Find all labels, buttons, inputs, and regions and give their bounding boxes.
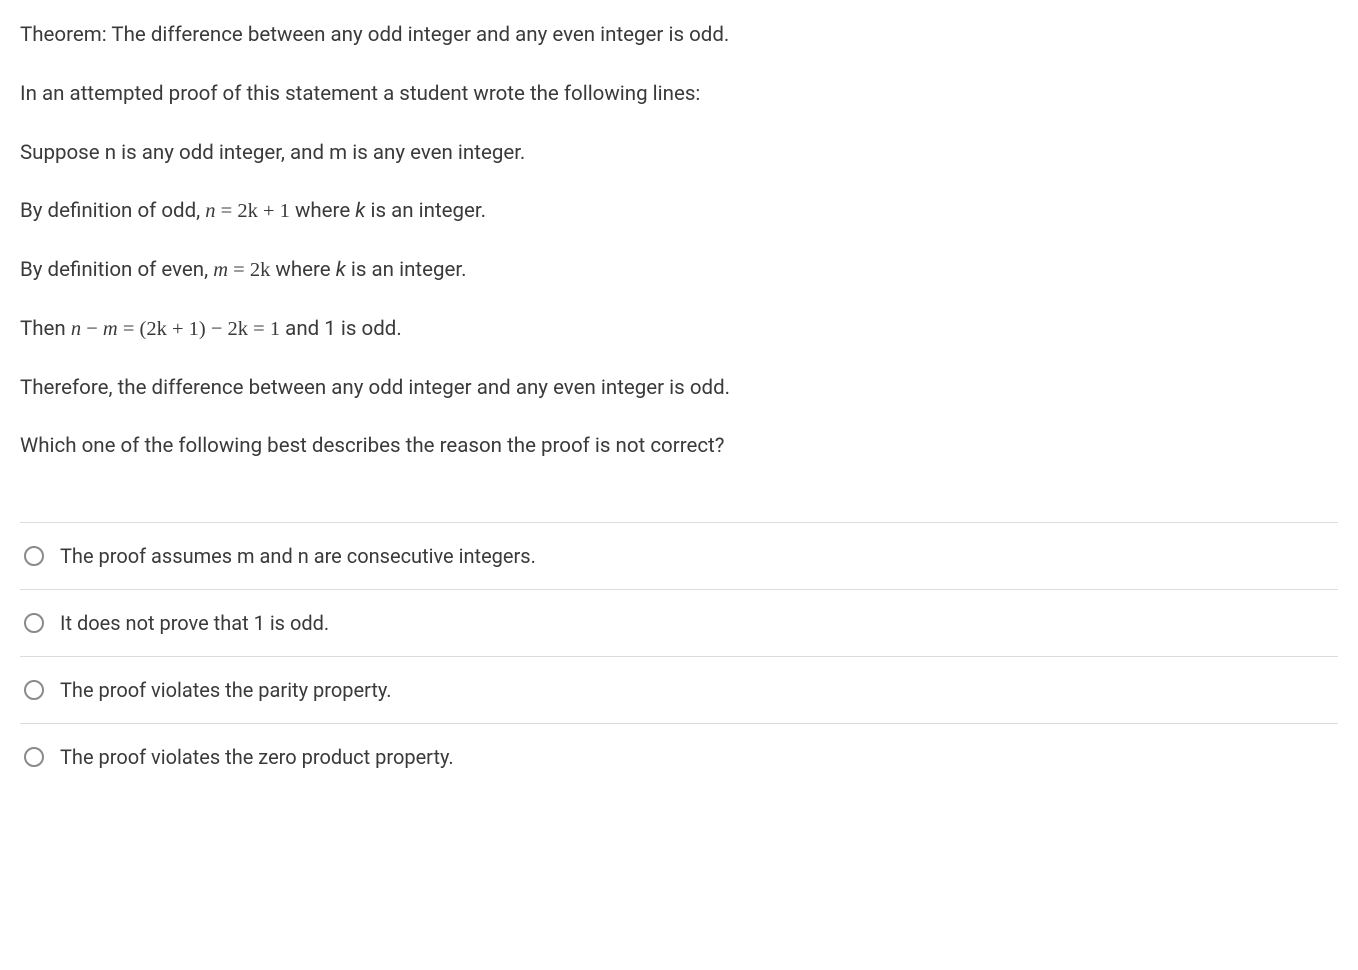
option-c[interactable]: The proof violates the parity property. [20,657,1338,724]
math-equals: = [248,318,270,340]
proof-difference: Then n − m = (2k + 1) − 2k = 1 and 1 is … [20,314,1338,345]
text-fragment: where [270,258,335,282]
math-var-k: k [355,199,365,223]
text-fragment: By definition of even, [20,258,213,282]
radio-icon [24,546,44,566]
math-var-m: m [103,318,118,340]
math-expr: 2k [250,259,271,281]
option-a[interactable]: The proof assumes m and n are consecutiv… [20,523,1338,590]
math-expr: (2k + 1) − 2k [140,318,249,340]
text-fragment: is an integer. [365,199,486,223]
math-var-m: m [213,259,228,281]
text-fragment: and 1 is odd. [280,317,402,341]
math-var-n: n [205,200,215,222]
text-fragment: is an integer. [346,258,467,282]
radio-icon [24,747,44,767]
math-equals: = [216,200,238,222]
theorem-statement: Theorem: The difference between any odd … [20,20,1338,51]
text-fragment: By definition of odd, [20,199,205,223]
math-equals: = [228,259,250,281]
radio-icon [24,680,44,700]
question-prompt: Which one of the following best describe… [20,431,1338,462]
option-label: The proof violates the parity property. [60,675,392,705]
option-label: It does not prove that 1 is odd. [60,608,329,638]
math-var-k: k [336,258,346,282]
text-fragment: Then [20,317,71,341]
math-minus: − [81,318,103,340]
option-label: The proof violates the zero product prop… [60,742,454,772]
proof-odd-definition: By definition of odd, n = 2k + 1 where k… [20,196,1338,227]
text-fragment: where [290,199,355,223]
options-list: The proof assumes m and n are consecutiv… [20,522,1338,790]
math-expr: 2k + 1 [237,200,290,222]
math-one: 1 [270,318,280,340]
proof-conclusion: Therefore, the difference between any od… [20,373,1338,404]
proof-even-definition: By definition of even, m = 2k where k is… [20,255,1338,286]
option-b[interactable]: It does not prove that 1 is odd. [20,590,1338,657]
question-body: Theorem: The difference between any odd … [20,20,1338,462]
radio-icon [24,613,44,633]
proof-suppose: Suppose n is any odd integer, and m is a… [20,138,1338,169]
proof-intro: In an attempted proof of this statement … [20,79,1338,110]
option-label: The proof assumes m and n are consecutiv… [60,541,536,571]
math-var-n: n [71,318,81,340]
math-equals: = [118,318,140,340]
option-d[interactable]: The proof violates the zero product prop… [20,724,1338,790]
